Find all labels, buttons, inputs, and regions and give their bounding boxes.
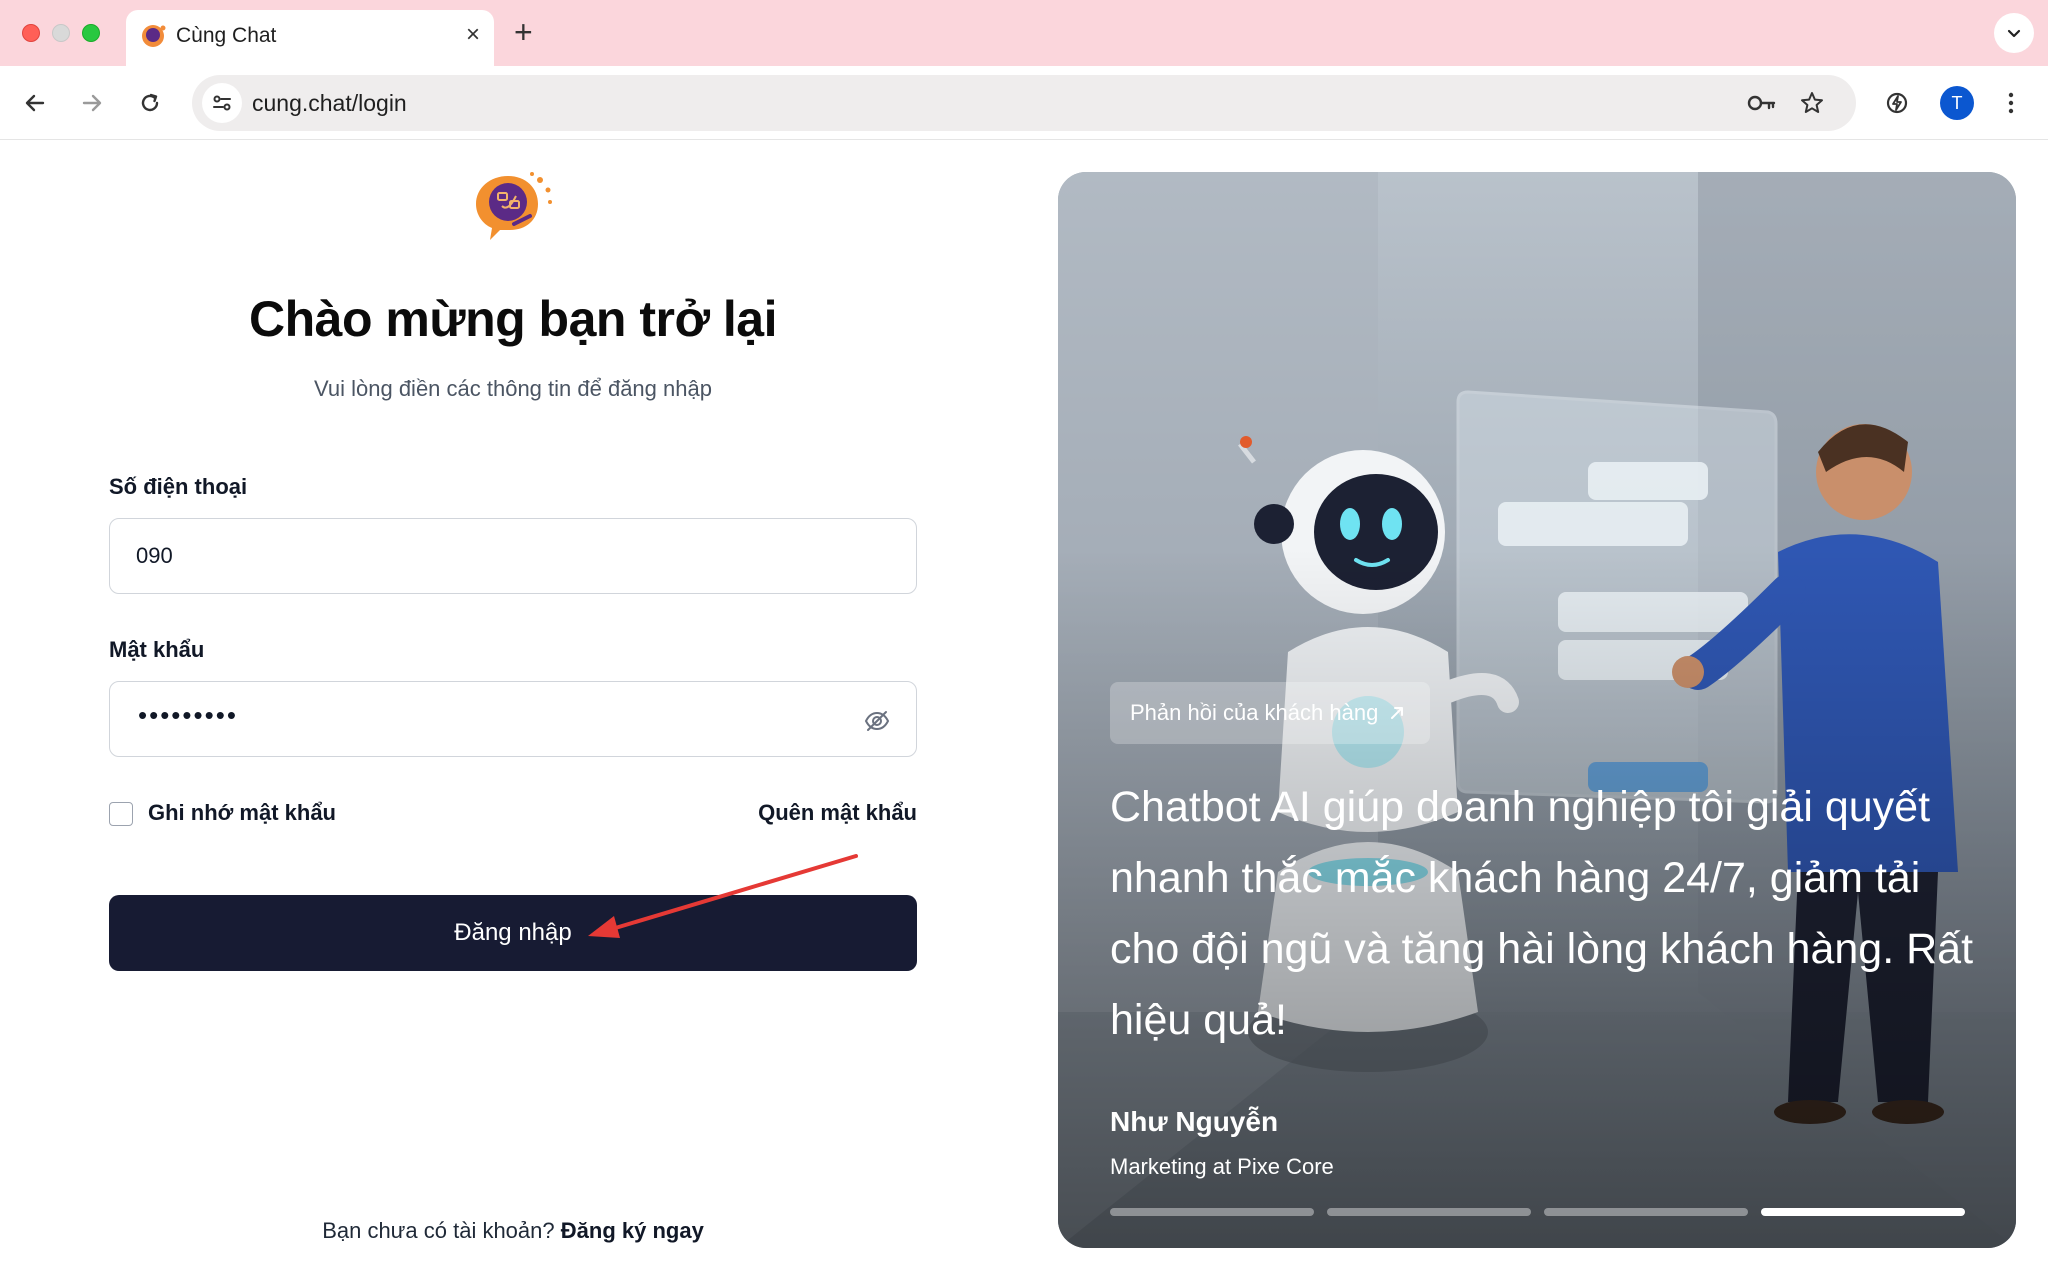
eye-off-icon[interactable] bbox=[864, 708, 890, 734]
site-info-button[interactable] bbox=[202, 83, 242, 123]
window-close-button[interactable] bbox=[22, 24, 40, 42]
password-input-value: ••••••••• bbox=[138, 700, 238, 730]
tab-title: Cùng Chat bbox=[176, 24, 277, 47]
back-arrow-icon bbox=[25, 94, 45, 112]
testimonial-badge[interactable]: Phản hồi của khách hàng bbox=[1110, 682, 1431, 744]
profile-avatar[interactable]: T bbox=[1940, 86, 1974, 120]
tab-close-button[interactable]: × bbox=[466, 20, 480, 50]
password-input[interactable]: ••••••••• bbox=[109, 681, 917, 757]
remember-password-label[interactable]: Ghi nhớ mật khẩu bbox=[148, 800, 336, 826]
forgot-password-link[interactable]: Quên mật khẩu bbox=[758, 800, 917, 826]
back-button[interactable] bbox=[16, 84, 54, 122]
new-tab-button[interactable]: + bbox=[514, 12, 533, 52]
tab-search-button[interactable] bbox=[1994, 13, 2034, 53]
phone-input[interactable]: 090 bbox=[109, 518, 917, 594]
slide-indicator-3[interactable] bbox=[1544, 1208, 1748, 1216]
extensions-button[interactable] bbox=[1878, 84, 1916, 122]
extension-icon bbox=[1886, 92, 1908, 114]
reload-button[interactable] bbox=[131, 84, 169, 122]
signup-prompt: Bạn chưa có tài khoản? Đăng ký ngay bbox=[109, 1218, 917, 1244]
browser-tab-active[interactable]: Cùng Chat × bbox=[126, 10, 494, 66]
more-vert-icon bbox=[2008, 92, 2014, 114]
no-account-text: Bạn chưa có tài khoản? bbox=[322, 1218, 555, 1243]
url-text[interactable]: cung.chat/login bbox=[252, 90, 407, 117]
chevron-down-icon bbox=[2007, 29, 2021, 38]
browser-toolbar: cung.chat/login T bbox=[0, 66, 2048, 140]
testimonial-badge-label: Phản hồi của khách hàng bbox=[1130, 700, 1379, 725]
address-bar[interactable]: cung.chat/login bbox=[192, 75, 1856, 131]
slide-indicator-1[interactable] bbox=[1110, 1208, 1314, 1216]
window-maximize-button[interactable] bbox=[82, 24, 100, 42]
password-label: Mật khẩu bbox=[109, 637, 205, 662]
password-manager-button[interactable] bbox=[1746, 87, 1778, 119]
testimonial-quote: Chatbot AI giúp doanh nghiệp tôi giải qu… bbox=[1110, 783, 1974, 1044]
external-link-icon bbox=[1391, 707, 1404, 719]
testimonial-role: Marketing at Pixe Core bbox=[1110, 1154, 1334, 1179]
window-minimize-button[interactable] bbox=[52, 24, 70, 42]
phone-label: Số điện thoại bbox=[109, 474, 248, 499]
annotation-arrow-icon bbox=[588, 854, 858, 938]
site-info-icon bbox=[213, 95, 231, 111]
forward-button[interactable] bbox=[73, 84, 111, 122]
site-favicon-icon bbox=[142, 25, 166, 47]
remember-password-checkbox[interactable] bbox=[109, 802, 133, 826]
slide-indicator-4[interactable] bbox=[1761, 1208, 1965, 1216]
signup-link[interactable]: Đăng ký ngay bbox=[561, 1218, 704, 1243]
forward-arrow-icon bbox=[82, 94, 102, 112]
cung-chat-logo bbox=[476, 172, 552, 240]
bookmark-button[interactable] bbox=[1796, 87, 1828, 119]
page-subtitle: Vui lòng điền các thông tin để đăng nhập bbox=[314, 376, 712, 401]
browser-menu-button[interactable] bbox=[1992, 84, 2030, 122]
phone-input-value: 090 bbox=[136, 543, 173, 568]
reload-icon bbox=[141, 93, 159, 112]
testimonial-author: Như Nguyễn bbox=[1110, 1106, 1279, 1137]
page-title: Chào mừng bạn trở lại bbox=[249, 291, 777, 347]
slide-indicator-2[interactable] bbox=[1327, 1208, 1531, 1216]
testimonial-panel: Phản hồi của khách hàng Chatbot AI giúp … bbox=[1058, 172, 2016, 1248]
password-key-icon bbox=[1747, 95, 1776, 111]
bookmark-star-icon bbox=[1801, 92, 1823, 113]
browser-tab-bar: Cùng Chat × + bbox=[0, 0, 2048, 66]
